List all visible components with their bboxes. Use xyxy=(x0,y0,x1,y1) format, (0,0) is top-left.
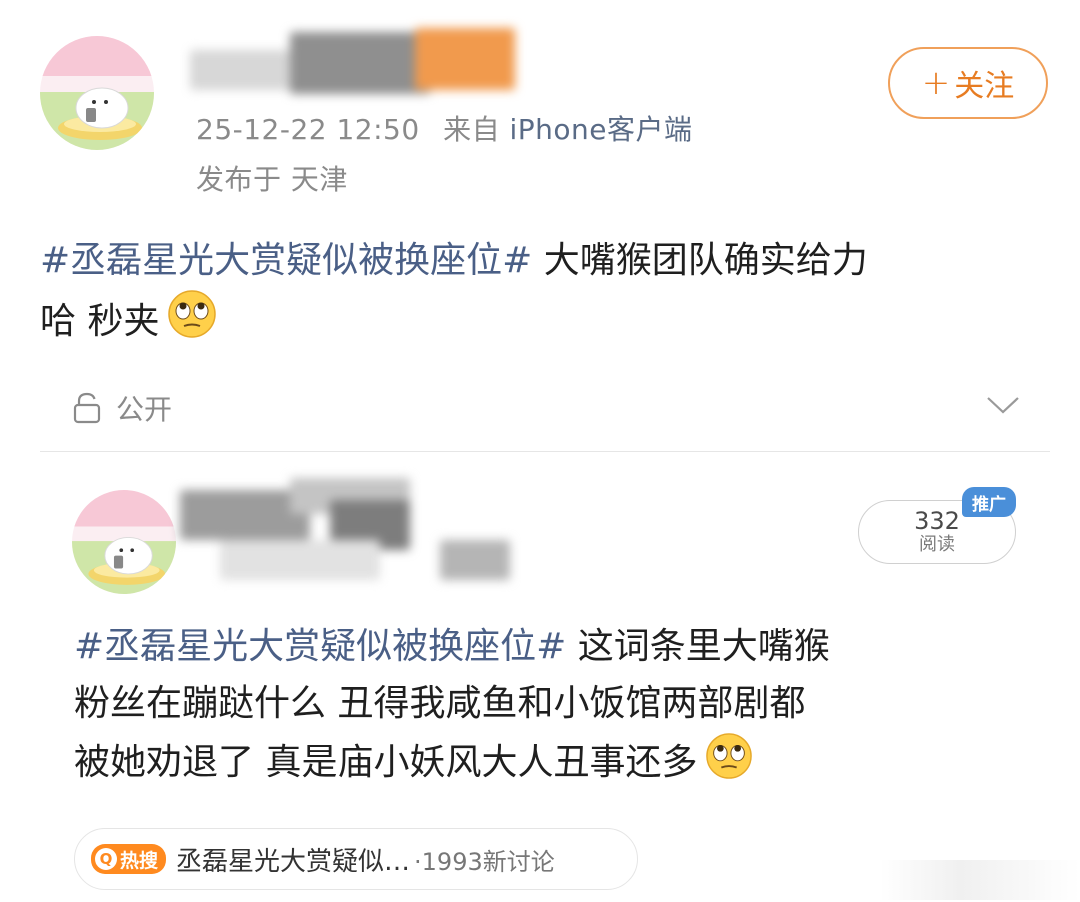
post2-text-line3: 被她劝退了 真是庙小妖风大人丑事还多 xyxy=(74,742,698,783)
hot-search-badge: Q 热搜 xyxy=(91,844,167,874)
post-body: #丞磊星光大赏疑似被换座位# 大嘴猴团队确实给力 哈 秒夹 xyxy=(40,232,1050,356)
from-prefix: 来自 xyxy=(443,113,501,146)
promoted-badge: 推广 xyxy=(962,487,1016,517)
avatar-seal-image xyxy=(72,490,176,594)
visibility-row[interactable]: 公开 xyxy=(70,388,172,428)
read-count-label: 阅读 xyxy=(919,534,955,555)
post-source[interactable]: iPhone客户端 xyxy=(510,113,693,146)
avatar-seal-image xyxy=(40,36,154,150)
read-count: 332 xyxy=(914,507,960,535)
post-body-2: #丞磊星光大赏疑似被换座位# 这词条里大嘴猴 粉丝在蹦跶什么 丑得我咸鱼和小饭馆… xyxy=(74,618,1034,797)
post-meta: 25-12-22 12:50 来自 iPhone客户端 xyxy=(196,108,693,148)
author-avatar[interactable] xyxy=(40,36,154,150)
hot-search-badge-label: 热搜 xyxy=(120,849,159,872)
post2-text-line2: 粉丝在蹦跶什么 丑得我咸鱼和小饭馆两部剧都 xyxy=(74,683,806,724)
plus-icon: + xyxy=(921,63,951,103)
follow-label: 关注 xyxy=(954,69,1015,104)
bottom-edge-artifact xyxy=(880,860,1080,900)
author-avatar-2[interactable] xyxy=(72,490,176,594)
hashtag-link[interactable]: #丞磊星光大赏疑似被换座位# xyxy=(40,240,532,281)
author-name-redacted-2 xyxy=(180,470,540,610)
divider xyxy=(40,451,1050,452)
post-text-line1: 大嘴猴团队确实给力 xyxy=(532,240,868,281)
topic-discussion-count: ·1993新讨论 xyxy=(414,847,555,876)
post-timestamp: 25-12-22 12:50 xyxy=(196,113,420,146)
eye-roll-emoji xyxy=(705,732,753,797)
post-location: 发布于 天津 xyxy=(196,163,348,196)
visibility-label: 公开 xyxy=(116,393,173,426)
chevron-down-icon[interactable] xyxy=(985,393,1021,421)
eye-roll-emoji xyxy=(167,289,217,356)
post2-text-line1: 这词条里大嘴猴 xyxy=(566,626,830,667)
lock-icon xyxy=(70,391,104,425)
hot-search-icon: Q xyxy=(95,848,117,870)
post-text-line2: 哈 秒夹 xyxy=(40,301,160,342)
author-name-redacted xyxy=(190,22,530,102)
hashtag-link-2[interactable]: #丞磊星光大赏疑似被换座位# xyxy=(74,626,566,667)
hot-search-topic-link[interactable]: Q 热搜 丞磊星光大赏疑似… ·1993新讨论 xyxy=(74,828,638,890)
topic-title: 丞磊星光大赏疑似… xyxy=(176,846,411,877)
follow-button[interactable]: + 关注 xyxy=(888,47,1048,119)
